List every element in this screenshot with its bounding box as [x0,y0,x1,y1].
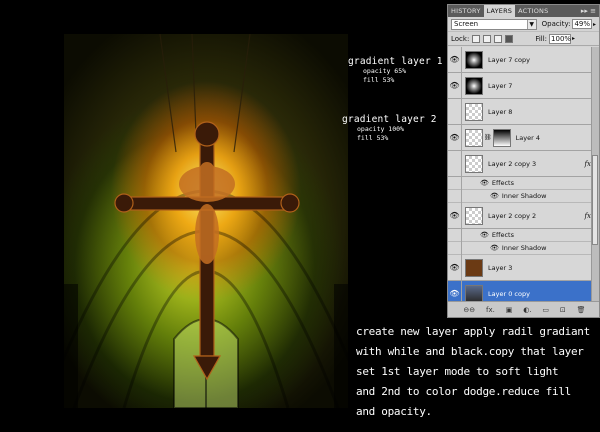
layer-name: Layer 3 [488,263,513,272]
layer-row[interactable]: 👁 ⛓ Layer 4 [448,124,599,151]
layer-thumbnail [465,102,483,121]
lock-transparent-icon[interactable] [472,34,481,43]
annotation-opacity: opacity 100% [357,125,404,133]
inner-shadow-label: Inner Shadow [501,192,547,200]
add-mask-icon[interactable]: ▣ [506,306,513,314]
trash-icon[interactable]: 🗑 [577,306,586,314]
layer-thumbnail [465,284,483,303]
new-layer-icon[interactable]: ⊡ [560,306,566,314]
opacity-label: Opacity: [541,20,571,28]
blend-mode-value: Screen [454,20,479,28]
layer-row[interactable]: 👁 Layer 7 copy [448,46,599,73]
eye-icon[interactable] [448,228,462,242]
layer-row[interactable]: Layer 8 [448,98,599,125]
lock-position-icon[interactable] [494,34,503,43]
effects-eye-icon[interactable]: 👁 [480,231,489,239]
lock-all-icon[interactable] [505,34,514,43]
layer-row[interactable]: Layer 2 copy 3 fx ▲ [448,150,599,177]
eye-icon[interactable] [448,150,462,177]
panel-menu-icon[interactable]: ▸▸ ≡ [581,7,596,15]
new-group-icon[interactable]: ▭ [542,306,549,314]
layers-scrollbar[interactable] [591,47,599,303]
lock-label: Lock: [451,34,470,43]
eye-icon[interactable]: 👁 [448,124,462,151]
layer-name: Layer 7 copy [488,55,530,64]
chain-link-icon[interactable]: ⛓ [484,134,492,141]
fill-input[interactable]: 100% [549,33,571,44]
effects-label: Effects [491,179,514,187]
layer-row[interactable]: 👁 Layer 2 copy 2 fx ▲ [448,202,599,229]
layer-row[interactable]: 👁 Layer 3 [448,254,599,281]
layer-name: Layer 0 copy [488,289,530,298]
layer-thumbnail [465,76,483,95]
eye-icon[interactable] [448,176,462,190]
inner-shadow-eye-icon[interactable]: 👁 [490,192,499,200]
layer-row[interactable]: 👁 Layer 7 [448,72,599,99]
tab-actions[interactable]: ACTIONS [515,5,551,17]
layer-name: Layer 2 copy 2 [488,211,537,220]
adjustment-layer-icon[interactable]: ◐. [523,306,531,314]
effects-row[interactable]: 👁 Effects [448,228,599,242]
layer-thumbnail [465,50,483,69]
eye-icon[interactable] [448,189,462,203]
fill-slider-arrow-icon[interactable]: ▸ [572,35,575,42]
annotation-opacity: opacity 65% [363,67,407,75]
layers-list: 👁 Layer 7 copy 👁 Layer 7 Layer 8 👁 ⛓ Lay… [448,46,599,307]
layer-thumbnail [465,258,483,277]
eye-icon[interactable]: 👁 [448,254,462,281]
instruction-line: create new layer apply radil gradiant [356,325,590,338]
annotation-title: gradient layer 2 [342,114,437,125]
layer-name: Layer 7 [488,81,513,90]
instruction-line: with while and black.copy that layer [356,345,584,358]
layer-mask-thumbnail[interactable] [492,128,511,147]
layer-thumbnail [465,206,483,225]
lock-image-icon[interactable] [483,34,492,43]
scrollbar-thumb[interactable] [592,155,598,245]
inner-shadow-row[interactable]: 👁 Inner Shadow [448,241,599,255]
opacity-input[interactable]: 49% [572,19,592,29]
instruction-line: and opacity. [356,405,432,418]
tab-layers[interactable]: LAYERS [483,5,516,17]
instruction-text: create new layer apply radil gradiant wi… [356,322,596,422]
eye-icon[interactable] [448,241,462,255]
opacity-slider-arrow-icon[interactable]: ▸ [593,21,596,28]
instruction-line: and 2nd to color dodge.reduce fill [356,385,571,398]
chevron-down-icon: ▼ [526,19,536,29]
canvas-artwork [64,34,348,408]
layer-name: Layer 8 [488,107,513,116]
effects-row[interactable]: 👁 Effects [448,176,599,190]
annotation-fill: fill 53% [363,76,395,84]
tab-history[interactable]: HISTORY [448,5,484,17]
annotation-fill: fill 53% [357,134,389,142]
lock-fill-row: Lock: Fill: 100% ▸ [448,32,599,46]
panel-tabbar: HISTORY LAYERS ACTIONS ▸▸ ≡ [448,5,599,17]
annotation-gradient-layer-1: gradient layer 1 opacity 65% fill 53% [348,56,443,85]
inner-shadow-row[interactable]: 👁 Inner Shadow [448,189,599,203]
layer-name: Layer 4 [515,133,540,142]
inner-shadow-label: Inner Shadow [501,244,547,252]
layer-thumbnail [465,128,483,147]
layer-thumbnail [465,154,483,173]
blend-mode-select[interactable]: Screen ▼ [451,18,537,30]
effects-eye-icon[interactable]: 👁 [480,179,489,187]
layer-name: Layer 2 copy 3 [488,159,537,168]
annotation-gradient-layer-2: gradient layer 2 opacity 100% fill 53% [342,114,437,143]
link-layers-icon[interactable]: ⊖⊖ [463,306,475,314]
cathedral-cross-illustration [64,34,348,408]
eye-icon[interactable]: 👁 [448,46,462,73]
eye-icon[interactable]: 👁 [448,72,462,99]
eye-icon[interactable]: 👁 [448,202,462,229]
layers-panel: HISTORY LAYERS ACTIONS ▸▸ ≡ Screen ▼ Opa… [447,4,600,318]
instruction-line: set 1st layer mode to soft light [356,365,559,378]
eye-icon[interactable] [448,98,462,125]
inner-shadow-eye-icon[interactable]: 👁 [490,244,499,252]
annotation-title: gradient layer 1 [348,56,443,67]
fill-label: Fill: [535,34,548,43]
effects-label: Effects [491,231,514,239]
panel-bottom-toolbar: ⊖⊖ fx. ▣ ◐. ▭ ⊡ 🗑 [448,301,599,317]
add-layer-style-icon[interactable]: fx. [486,306,495,314]
blend-opacity-row: Screen ▼ Opacity: 49% ▸ [448,17,599,32]
